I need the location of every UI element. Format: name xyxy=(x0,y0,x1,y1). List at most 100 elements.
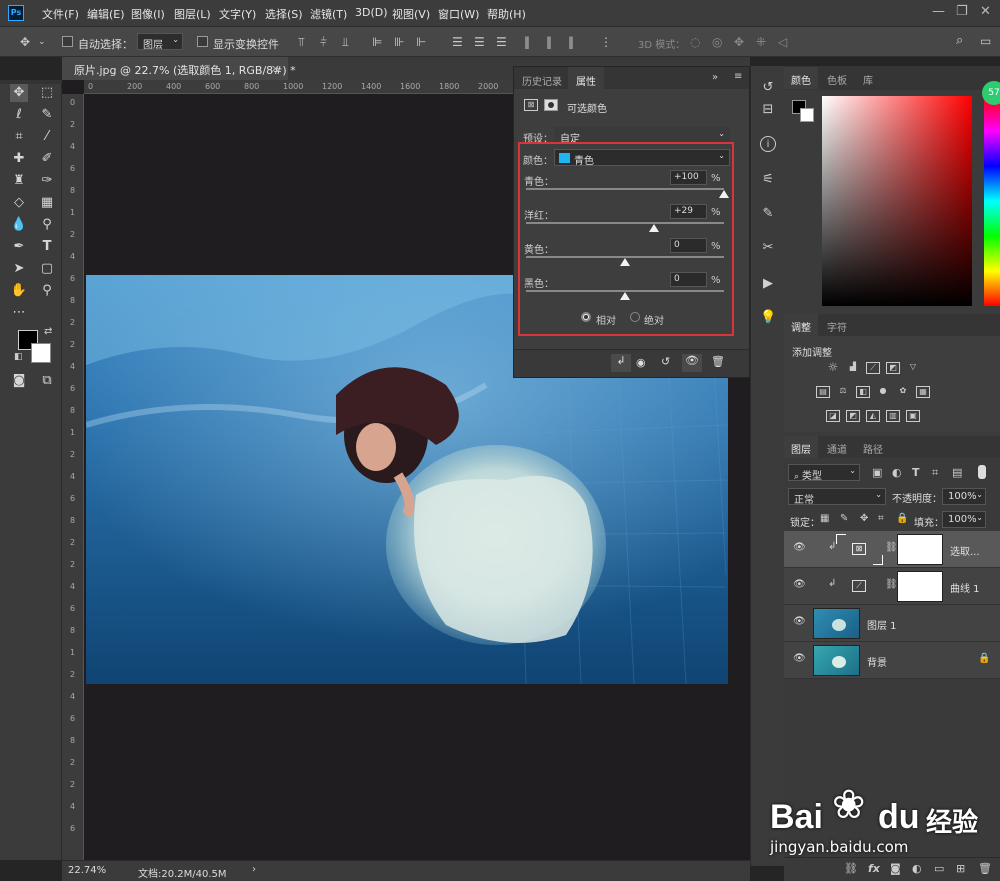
photo-filter-icon[interactable]: ● xyxy=(876,386,890,398)
auto-select-dropdown[interactable]: 图层 ⌄ xyxy=(137,33,183,51)
lock-all-icon[interactable]: 🔒 xyxy=(896,513,908,524)
move-tool-icon[interactable]: ✥ xyxy=(10,84,28,102)
document-tab[interactable]: 原片.jpg @ 22.7% (选取颜色 1, RGB/8#) * × xyxy=(62,57,296,80)
visibility-eye-icon[interactable]: 👁 xyxy=(793,654,806,664)
tab-character[interactable]: 字符 xyxy=(820,314,854,336)
layer-name[interactable]: 曲线 1 xyxy=(950,580,980,595)
distribute-vcenter-icon[interactable]: ☰ xyxy=(474,35,485,49)
align-hcenter-icon[interactable]: ⊪ xyxy=(394,35,404,49)
blend-mode-dropdown[interactable]: 正常 ⌄ xyxy=(788,488,886,506)
filter-smart-icon[interactable]: ▤ xyxy=(952,466,962,479)
panel-menu-icon[interactable]: ≡ xyxy=(734,71,742,82)
visibility-eye-icon[interactable]: 👁 xyxy=(793,580,806,590)
auto-select-checkbox[interactable] xyxy=(62,36,73,47)
hue-slider[interactable] xyxy=(984,96,1000,306)
path-select-tool-icon[interactable]: ➤ xyxy=(10,260,28,278)
layer-row-layer1[interactable]: 👁 图层 1 xyxy=(784,605,1000,642)
distribute-right-icon[interactable]: ‖ xyxy=(568,35,574,49)
selective-color-icon[interactable]: ▣ xyxy=(906,410,920,422)
tab-channels[interactable]: 通道 xyxy=(820,436,854,458)
opacity-input[interactable]: 100% ⌄ xyxy=(942,488,986,505)
dodge-tool-icon[interactable]: ⚲ xyxy=(38,216,56,234)
invert-icon[interactable]: ◪ xyxy=(826,410,840,422)
mask-icon[interactable] xyxy=(544,99,558,111)
color-balance-icon[interactable]: ⚖ xyxy=(836,386,850,398)
type-tool-icon[interactable]: T xyxy=(38,238,56,256)
menu-help[interactable]: 帮助(H) xyxy=(487,6,526,22)
layer-mask-thumbnail[interactable] xyxy=(897,534,943,565)
trash-icon[interactable]: 🗑 xyxy=(711,355,725,368)
color-bg-swatch[interactable] xyxy=(800,108,814,122)
show-transform-checkbox[interactable] xyxy=(197,36,208,47)
clone-stamp-tool-icon[interactable]: ♜ xyxy=(10,172,28,190)
search-icon[interactable]: ⌕ xyxy=(956,34,963,48)
curves-icon[interactable]: ⟋ xyxy=(866,362,880,374)
reset-icon[interactable]: ↺ xyxy=(661,355,670,368)
layer-row-selective-color[interactable]: 👁 ↲ ⊠ ⛓ 选取... xyxy=(784,531,1000,568)
menu-image[interactable]: 图像(I) xyxy=(131,6,165,22)
layer-filter-dropdown[interactable]: ⌕ 类型 ⌄ xyxy=(788,464,860,482)
crop-tool-icon[interactable]: ⌗ xyxy=(10,128,28,146)
tab-swatches[interactable]: 色板 xyxy=(820,67,854,89)
tab-adjustments[interactable]: 调整 xyxy=(784,314,818,336)
distribute-left-icon[interactable]: ‖ xyxy=(524,35,530,49)
chevron-down-icon[interactable]: ⌄ xyxy=(38,35,46,49)
tab-color[interactable]: 颜色 xyxy=(784,67,818,89)
vibrance-icon[interactable]: ▽ xyxy=(906,362,920,374)
menu-layer[interactable]: 图层(L) xyxy=(174,6,211,22)
align-top-icon[interactable]: ⫪ xyxy=(298,35,305,49)
tab-properties[interactable]: 属性 xyxy=(568,67,604,89)
filter-type-icon[interactable]: T xyxy=(912,466,920,479)
new-adjustment-icon[interactable]: ◐ xyxy=(912,862,922,875)
menu-window[interactable]: 窗口(W) xyxy=(438,6,479,22)
align-vcenter-icon[interactable]: ⫩ xyxy=(320,35,327,49)
3d-pan-icon[interactable]: ✥ xyxy=(734,35,744,49)
move-tool-icon[interactable]: ✥ xyxy=(20,35,30,49)
collapse-panel-icon[interactable]: » xyxy=(712,72,718,83)
lock-transparent-icon[interactable]: ▦ xyxy=(820,513,829,524)
minimize-icon[interactable]: — xyxy=(932,4,945,19)
menu-view[interactable]: 视图(V) xyxy=(392,6,430,22)
properties-panel-icon[interactable]: ⊟ xyxy=(760,102,776,118)
delete-layer-icon[interactable]: 🗑 xyxy=(978,862,992,875)
zoom-level[interactable]: 22.74% xyxy=(68,865,106,876)
close-tab-icon[interactable]: × xyxy=(271,62,280,75)
distribute-bottom-icon[interactable]: ☰ xyxy=(496,35,507,49)
menu-filter[interactable]: 滤镜(T) xyxy=(310,6,347,22)
exposure-icon[interactable]: ◩ xyxy=(886,362,900,374)
healing-brush-tool-icon[interactable]: ✚ xyxy=(10,150,28,168)
quick-select-tool-icon[interactable]: ✎ xyxy=(38,106,56,124)
posterize-icon[interactable]: ◩ xyxy=(846,410,860,422)
visibility-eye-icon[interactable]: 👁 xyxy=(793,543,806,553)
actions-icon[interactable]: ▶ xyxy=(760,276,776,292)
3d-slide-icon[interactable]: ⁜ xyxy=(756,35,766,49)
background-color-swatch[interactable] xyxy=(31,343,51,363)
link-layers-icon[interactable]: ⛓ xyxy=(844,862,858,875)
levels-icon[interactable]: ▟ xyxy=(846,362,860,374)
color-lookup-icon[interactable]: ▦ xyxy=(916,386,930,398)
menu-file[interactable]: 文件(F) xyxy=(42,6,79,22)
view-previous-icon[interactable]: ◉ xyxy=(636,356,646,369)
hand-tool-icon[interactable]: ✋ xyxy=(10,282,28,300)
new-group-icon[interactable]: ▭ xyxy=(934,862,944,875)
menu-3d[interactable]: 3D(D) xyxy=(355,6,388,19)
3d-orbit-icon[interactable]: ◌ xyxy=(690,35,700,49)
tool-presets-icon[interactable]: ✂ xyxy=(760,240,776,256)
marquee-tool-icon[interactable]: ⬚ xyxy=(38,84,56,102)
more-tools-icon[interactable]: ⋯ xyxy=(10,304,28,322)
tab-paths[interactable]: 路径 xyxy=(856,436,890,458)
chain-link-icon[interactable]: ⛓ xyxy=(885,542,898,553)
blur-tool-icon[interactable]: 💧 xyxy=(10,216,28,234)
tab-libraries[interactable]: 库 xyxy=(856,67,880,89)
fx-icon[interactable]: fx xyxy=(868,862,880,875)
gradient-map-icon[interactable]: ▥ xyxy=(886,410,900,422)
3d-roll-icon[interactable]: ◎ xyxy=(712,35,722,49)
channel-mixer-icon[interactable]: ✿ xyxy=(896,386,910,398)
gradient-tool-icon[interactable]: ▦ xyxy=(38,194,56,212)
layer-name[interactable]: 背景 xyxy=(867,654,887,669)
pen-tool-icon[interactable]: ✒ xyxy=(10,238,28,256)
lock-artboard-icon[interactable]: ⌗ xyxy=(878,513,884,524)
screen-mode-icon[interactable]: ⧉ xyxy=(38,372,56,390)
tab-layers[interactable]: 图层 xyxy=(784,436,818,458)
visibility-eye-icon[interactable]: 👁 xyxy=(793,617,806,627)
